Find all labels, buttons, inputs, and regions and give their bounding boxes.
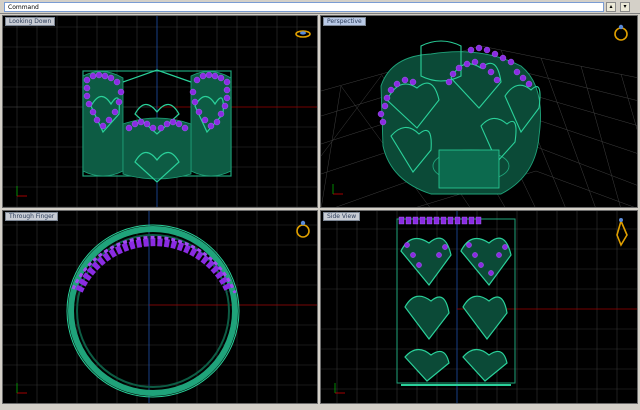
viewport-grid <box>3 16 317 207</box>
command-input[interactable]: Command <box>4 2 604 12</box>
status-bar <box>0 405 640 410</box>
viewport-perspective[interactable]: Perspective <box>320 15 638 208</box>
viewport-through-finger[interactable]: Through Finger <box>2 210 318 404</box>
viewport-title-perspective[interactable]: Perspective <box>323 17 366 26</box>
viewport-title-side-view[interactable]: Side View <box>323 212 361 221</box>
viewport-grid <box>3 211 317 403</box>
viewport-looking-down[interactable]: Looking Down <box>2 15 318 208</box>
viewport-side-view[interactable]: Side View <box>320 210 638 404</box>
viewport-title-through-finger[interactable]: Through Finger <box>5 212 59 221</box>
command-scroll-down-button[interactable]: ▾ <box>620 2 630 12</box>
viewport-grid <box>321 24 637 207</box>
viewport-grid <box>321 211 637 403</box>
viewport-title-looking-down[interactable]: Looking Down <box>5 17 56 26</box>
command-bar: Command ▴ ▾ <box>0 0 640 14</box>
command-label: Command <box>8 4 39 11</box>
command-scroll-up-button[interactable]: ▴ <box>606 2 616 12</box>
